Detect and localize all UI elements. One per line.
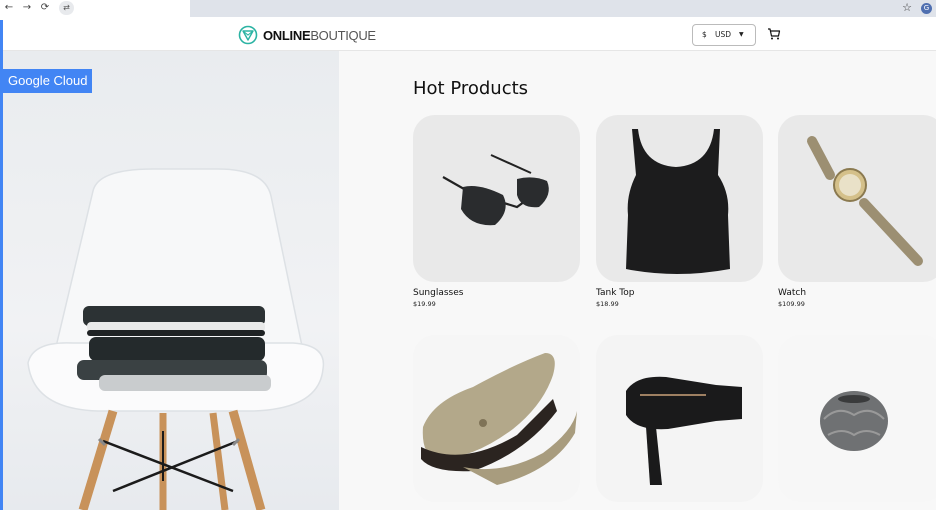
back-icon[interactable]: ← [2,1,16,15]
forward-icon[interactable]: → [20,1,34,15]
product-image[interactable] [413,115,580,282]
site-header: ONLINE BOUTIQUE $ USD ▼ [3,20,936,51]
brand-mark-icon [238,25,258,45]
product-card[interactable]: Tank Top $18.99 [596,115,763,308]
product-price: $18.99 [596,300,619,308]
chevron-down-icon: ▼ [739,31,744,38]
hero-image [3,51,339,510]
loafers-icon [421,353,577,485]
brand-name-light: BOUTIQUE [310,27,376,43]
bookmark-star-icon[interactable]: ☆ [902,1,912,15]
hair-dryer-icon [626,376,742,485]
brand-logo[interactable]: ONLINE BOUTIQUE [238,23,376,47]
candle-holder-icon [820,391,888,451]
hot-products-section: Hot Products Sunglasses $19.99 Tank Top … [339,51,936,510]
product-image[interactable] [413,335,580,502]
brand-name-bold: ONLINE [263,27,311,43]
sunglasses-icon [442,154,549,226]
watch-icon [807,136,923,266]
site-info-icon[interactable]: ⇄ [59,1,74,15]
currency-select[interactable]: $ USD ▼ [692,24,756,46]
product-price: $19.99 [413,300,436,308]
tank-top-icon [626,129,730,274]
product-image[interactable] [778,335,936,502]
extension-icon[interactable]: G [921,3,932,14]
product-name[interactable]: Sunglasses [413,288,580,299]
product-name[interactable]: Tank Top [596,288,763,299]
section-heading: Hot Products [413,78,529,99]
product-image[interactable] [596,115,763,282]
product-card[interactable]: Watch $109.99 [778,115,936,308]
product-image[interactable] [596,335,763,502]
cart-icon[interactable] [767,27,781,41]
product-card[interactable] [778,335,936,508]
chair-with-clothes-illustration [27,168,325,510]
google-cloud-badge: Google Cloud [3,69,92,93]
currency-code: USD [715,30,732,39]
currency-symbol: $ [702,30,707,39]
browser-toolbar: ← → ⟳ ⇄ ☆ G [0,0,936,17]
reload-icon[interactable]: ⟳ [38,1,52,15]
product-card[interactable] [596,335,763,508]
product-name[interactable]: Watch [778,288,936,299]
product-price: $109.99 [778,300,805,308]
product-card[interactable]: Sunglasses $19.99 [413,115,580,308]
product-image[interactable] [778,115,936,282]
product-card[interactable] [413,335,580,508]
